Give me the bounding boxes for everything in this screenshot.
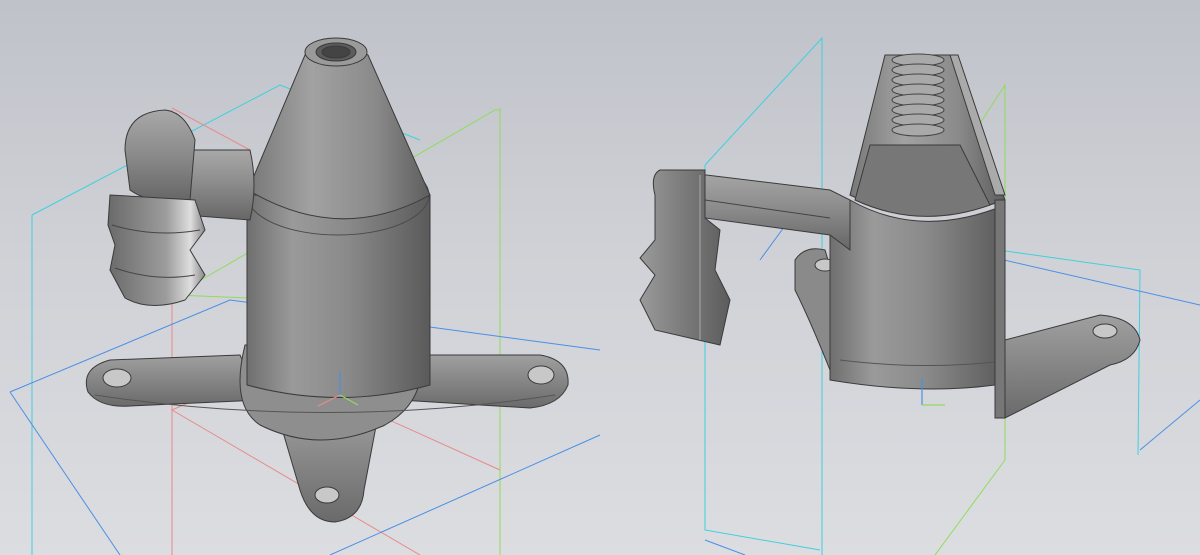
mounting-hole-right [527,365,555,385]
cone-top [247,47,431,220]
hose-barb [107,194,206,306]
mounting-hole-left [102,368,132,388]
cylinder-body [246,194,431,398]
model-canvas[interactable] [0,0,1200,555]
sectioned-cylinder [829,199,1006,390]
part-full-view[interactable] [85,37,569,523]
section-arm-right [1004,314,1141,419]
cad-3d-viewport[interactable] [0,0,1200,555]
part-section-view[interactable] [639,53,1141,419]
mounting-hole-section-right [1092,323,1118,339]
mounting-hole-front [314,486,340,504]
